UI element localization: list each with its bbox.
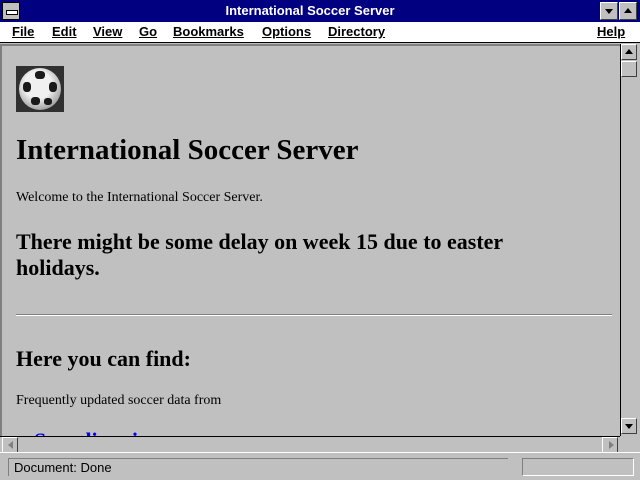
menu-bar: File Edit View Go Bookmarks Options Dire… [0,22,640,43]
menu-go[interactable]: Go [139,22,157,42]
menu-bookmarks[interactable]: Bookmarks [173,22,244,42]
document-view[interactable]: International Soccer Server Welcome to t… [0,44,620,436]
menu-directory[interactable]: Directory [328,22,385,42]
intro-text: Frequently updated soccer data from [16,393,222,408]
maximize-button[interactable] [619,2,637,20]
menu-view[interactable]: View [93,22,122,42]
page-heading: International Soccer Server [16,134,359,166]
minimize-icon [605,9,613,14]
scroll-corner [620,436,638,452]
maximize-icon [624,8,632,13]
scroll-thumb[interactable] [621,61,637,77]
soccer-ball-icon [16,66,64,112]
delay-notice: There might be some delay on week 15 due… [16,229,503,280]
status-bar: Document: Done [0,452,640,480]
minimize-button[interactable] [600,2,618,20]
menu-file[interactable]: File [12,22,34,42]
arrow-up-icon [625,49,633,54]
scroll-right-button[interactable] [602,437,618,453]
scroll-left-button[interactable] [2,437,18,453]
arrow-right-icon [609,441,614,449]
horizontal-scrollbar[interactable] [0,436,620,453]
menu-help[interactable]: Help [597,22,625,42]
status-text: Document: Done [8,458,508,476]
title-bar[interactable]: International Soccer Server [0,0,640,22]
scandinavia-link[interactable]: Scandinavia [34,428,149,436]
window-title: International Soccer Server [225,3,395,18]
scroll-down-button[interactable] [621,418,637,434]
arrow-left-icon [8,441,13,449]
vertical-scrollbar[interactable] [620,44,638,436]
horizontal-rule [16,314,612,316]
arrow-down-icon [625,424,633,429]
scroll-up-button[interactable] [621,44,637,60]
menu-options[interactable]: Options [262,22,311,42]
welcome-text: Welcome to the International Soccer Serv… [16,190,263,205]
find-heading: Here you can find: [16,346,191,371]
system-menu-button[interactable] [2,2,20,20]
progress-indicator [522,458,634,476]
menu-edit[interactable]: Edit [52,22,77,42]
